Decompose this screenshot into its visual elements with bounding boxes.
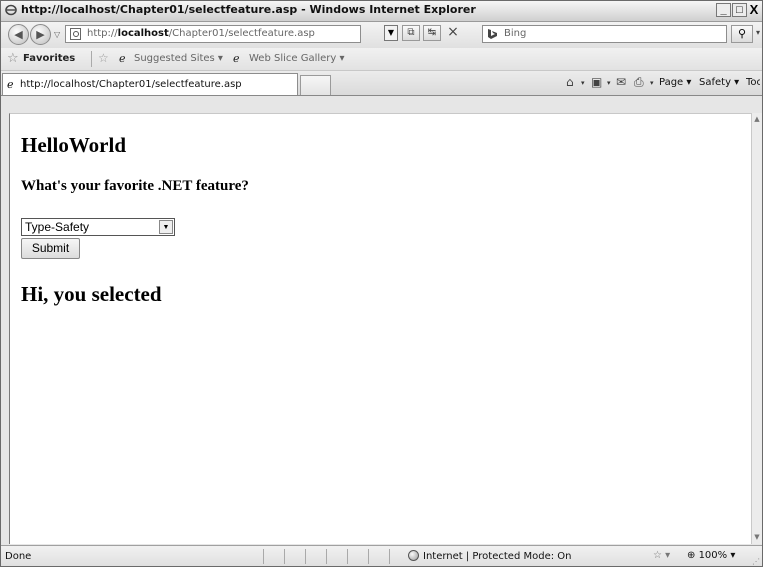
web-slice-gallery-link[interactable]: Web Slice Gallery ▾ (249, 53, 345, 64)
suggested-sites-icon: ℯ (119, 52, 126, 65)
address-url[interactable]: http://localhost/Chapter01/selectfeature… (87, 28, 315, 39)
maximize-button[interactable]: □ (732, 3, 747, 17)
browser-window: http://localhost/Chapter01/selectfeature… (0, 0, 763, 567)
tools-menu[interactable]: Tools ▾ (746, 77, 760, 88)
bing-icon (488, 29, 497, 39)
add-favorite-status-icon[interactable]: ☆ ▾ (653, 550, 670, 561)
result-text: Hi, you selected (21, 282, 162, 306)
zoom-level: 100% (698, 550, 728, 561)
page-heading: HelloWorld (21, 133, 126, 157)
tab-active[interactable]: ℯ http://localhost/Chapter01/selectfeatu… (2, 73, 298, 95)
feature-question: What's your favorite .NET feature? (21, 178, 249, 194)
window-controls: _ □ X (716, 3, 760, 17)
mail-icon[interactable]: ✉ (616, 75, 626, 89)
resize-grip-icon[interactable]: ⋰ (752, 557, 760, 566)
stop-icon: × (447, 24, 459, 40)
status-cell (263, 549, 282, 564)
favorites-separator (91, 51, 92, 67)
vertical-scrollbar[interactable]: ▲ ▼ (751, 113, 762, 544)
stop-button[interactable]: × (444, 25, 462, 41)
status-cell (347, 549, 366, 564)
recent-pages-dropdown-icon[interactable]: ▽ (54, 30, 60, 39)
scroll-down-icon[interactable]: ▼ (752, 532, 762, 543)
page-content: HelloWorld What's your favorite .NET fea… (9, 113, 751, 544)
suggested-sites-link[interactable]: Suggested Sites ▾ (134, 53, 223, 64)
refresh-icon: ↹ (427, 27, 437, 38)
security-zone[interactable]: Internet | Protected Mode: On (408, 550, 571, 562)
safety-menu[interactable]: Safety ▾ (699, 77, 739, 88)
back-arrow-icon: ◀ (14, 28, 23, 41)
feeds-icon[interactable]: ▣ (591, 75, 602, 89)
address-dropdown-button[interactable]: ▼ (384, 25, 398, 41)
close-button[interactable]: X (748, 3, 760, 17)
forward-arrow-icon: ▶ (36, 28, 45, 41)
favorites-button[interactable]: Favorites (23, 53, 75, 64)
status-cell (284, 549, 303, 564)
print-dropdown-icon[interactable]: ▾ (650, 79, 654, 87)
globe-icon (408, 550, 419, 561)
status-cell (305, 549, 324, 564)
web-slice-icon: ℯ (233, 52, 240, 65)
favorites-star-icon: ☆ (7, 51, 19, 66)
add-to-favorites-icon[interactable]: ☆ (98, 51, 109, 65)
page-icon (70, 28, 81, 40)
address-bar[interactable]: http://localhost/Chapter01/selectfeature… (65, 25, 361, 43)
title-bar: http://localhost/Chapter01/selectfeature… (1, 1, 762, 22)
ie-logo-icon (5, 4, 17, 16)
status-cell (326, 549, 345, 564)
home-icon[interactable]: ⌂ (566, 75, 574, 89)
page-menu[interactable]: Page ▾ (659, 77, 691, 88)
navigation-bar: ◀ ▶ ▽ http://localhost/Chapter01/selectf… (1, 22, 762, 48)
status-cell (368, 549, 387, 564)
search-button[interactable]: ⚲ (731, 25, 753, 43)
chevron-down-icon[interactable]: ▼ (159, 220, 173, 234)
forward-button[interactable]: ▶ (30, 24, 51, 45)
window-title: http://localhost/Chapter01/selectfeature… (21, 3, 476, 16)
feature-select[interactable]: Type-Safety ▼ (21, 218, 175, 236)
tab-page-icon: ℯ (7, 78, 14, 91)
status-bar: Done Internet | Protected Mode: On ☆ ▾ ⊕… (1, 545, 762, 566)
status-text: Done (5, 551, 32, 562)
submit-button[interactable]: Submit (21, 238, 80, 259)
feature-select-value: Type-Safety (25, 220, 90, 234)
zoom-control[interactable]: ⊕ 100% ▾ (687, 550, 735, 561)
back-button[interactable]: ◀ (8, 24, 29, 45)
minimize-button[interactable]: _ (716, 3, 731, 17)
search-options-icon[interactable]: ▾ (756, 28, 760, 37)
compatibility-view-button[interactable]: ⧉ (402, 25, 420, 41)
home-dropdown-icon[interactable]: ▾ (581, 79, 585, 87)
compatibility-icon: ⧉ (407, 27, 415, 38)
status-cell (389, 549, 408, 564)
search-box[interactable]: Bing (482, 25, 727, 43)
search-icon: ⚲ (737, 27, 747, 40)
new-tab-button[interactable] (300, 75, 331, 95)
print-icon[interactable]: ⎙ (634, 75, 644, 90)
search-placeholder: Bing (504, 28, 527, 39)
refresh-button[interactable]: ↹ (423, 25, 441, 41)
favorites-bar: ☆ Favorites ☆ ℯ Suggested Sites ▾ ℯ Web … (1, 48, 762, 71)
feeds-dropdown-icon[interactable]: ▾ (607, 79, 611, 87)
scroll-up-icon[interactable]: ▲ (752, 114, 762, 125)
tab-bar: ℯ http://localhost/Chapter01/selectfeatu… (1, 71, 762, 96)
tab-label: http://localhost/Chapter01/selectfeature… (20, 79, 242, 90)
